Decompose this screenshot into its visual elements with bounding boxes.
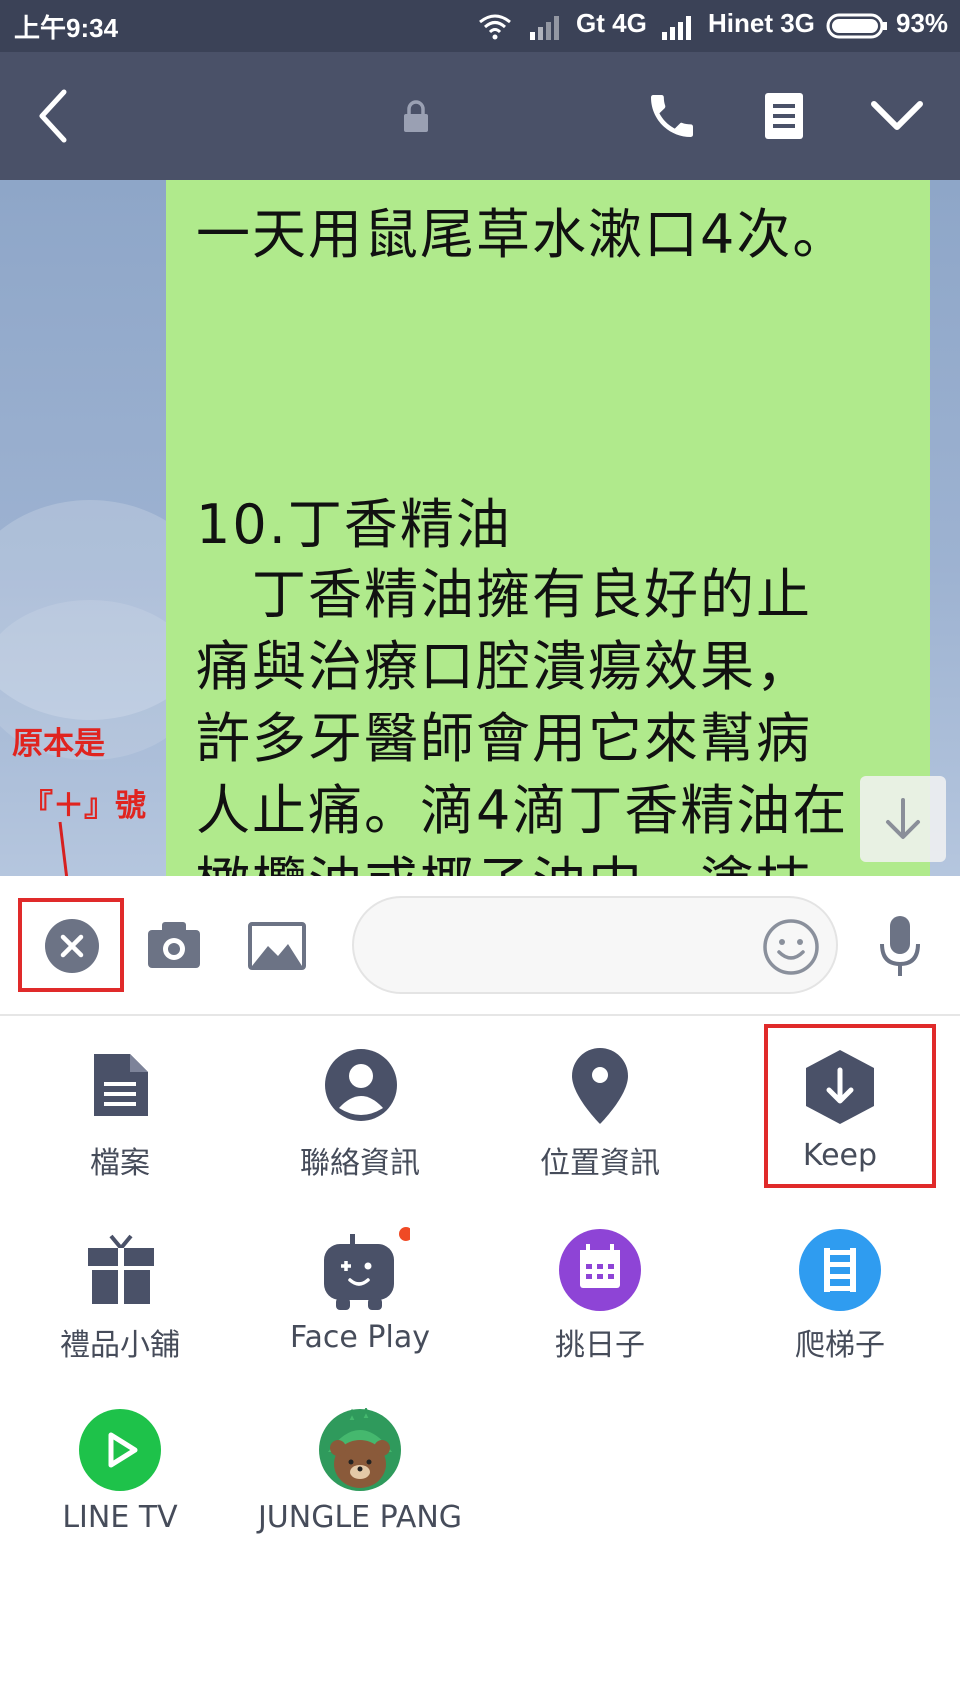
file-icon[interactable] (90, 1050, 152, 1120)
phone-icon[interactable] (644, 88, 700, 144)
wifi-icon (479, 14, 511, 40)
menu-label-ladder[interactable]: 爬梯子 (720, 1320, 960, 1364)
signal-icon (530, 16, 559, 40)
microphone-icon[interactable] (876, 914, 924, 980)
calendar-icon[interactable] (558, 1228, 642, 1312)
close-icon[interactable] (44, 918, 100, 974)
image-icon[interactable] (248, 922, 306, 970)
jungle-pang-icon[interactable] (318, 1408, 402, 1492)
carrier-1: Gt 4G (576, 8, 647, 38)
message-bubble[interactable]: 一天用鼠尾草水漱口4次。 10.丁香精油 丁香精油擁有良好的止 痛與治療口腔潰瘍… (166, 180, 930, 876)
carrier-2: Hinet 3G (708, 8, 815, 38)
menu-label-contact[interactable]: 聯絡資訊 (240, 1138, 480, 1182)
message-line: 痛與治療口腔潰瘍效果， (196, 635, 812, 698)
keep-icon[interactable] (804, 1048, 876, 1126)
menu-label-keep[interactable]: Keep (720, 1138, 960, 1173)
message-line: 丁香精油擁有良好的止 (196, 563, 812, 626)
emoji-icon[interactable] (762, 918, 820, 976)
message-line: 10.丁香精油 (196, 493, 512, 556)
menu-label-file[interactable]: 檔案 (0, 1138, 240, 1182)
signal-icon (662, 16, 691, 40)
battery-percent: 93% (896, 8, 949, 38)
contact-icon[interactable] (324, 1048, 398, 1122)
status-time: 上午9:34 (14, 13, 119, 43)
ladder-icon[interactable] (798, 1228, 882, 1312)
gift-icon[interactable] (86, 1232, 156, 1306)
menu-label-jungle-pang[interactable]: JUNGLE PANG (240, 1500, 480, 1535)
chevron-down-icon[interactable] (868, 96, 926, 136)
line-tv-icon[interactable] (78, 1408, 162, 1492)
message-line: 許多牙醫師會用它來幫病 (196, 707, 812, 770)
menu-label-face-play[interactable]: Face Play (240, 1320, 480, 1355)
face-play-icon[interactable] (318, 1226, 410, 1314)
status-bar: 上午9:34 Gt 4G Hinet 3G 93% (0, 0, 960, 52)
menu-label-line-tv[interactable]: LINE TV (0, 1500, 240, 1535)
notification-dot (399, 1227, 410, 1241)
message-line: 一天用鼠尾草水漱口4次。 (196, 203, 849, 266)
back-arrow-icon[interactable] (34, 86, 74, 146)
scroll-to-bottom-button[interactable] (860, 776, 946, 862)
message-line: 橄欖油或椰子油中，塗抹 (196, 838, 812, 876)
arrow-down-icon (886, 798, 920, 839)
menu-label-calendar[interactable]: 挑日子 (480, 1320, 720, 1364)
location-pin-icon[interactable] (570, 1046, 630, 1126)
menu-label-gift[interactable]: 禮品小舖 (0, 1320, 240, 1364)
notes-icon[interactable] (762, 90, 806, 142)
chat-header (0, 52, 960, 180)
battery-icon (826, 13, 887, 39)
camera-icon[interactable] (146, 918, 202, 970)
annotation-line-1: 原本是 (12, 726, 105, 762)
menu-label-location[interactable]: 位置資訊 (480, 1138, 720, 1182)
lock-icon (404, 100, 428, 132)
message-line: 人止痛。滴4滴丁香精油在 (196, 779, 849, 842)
